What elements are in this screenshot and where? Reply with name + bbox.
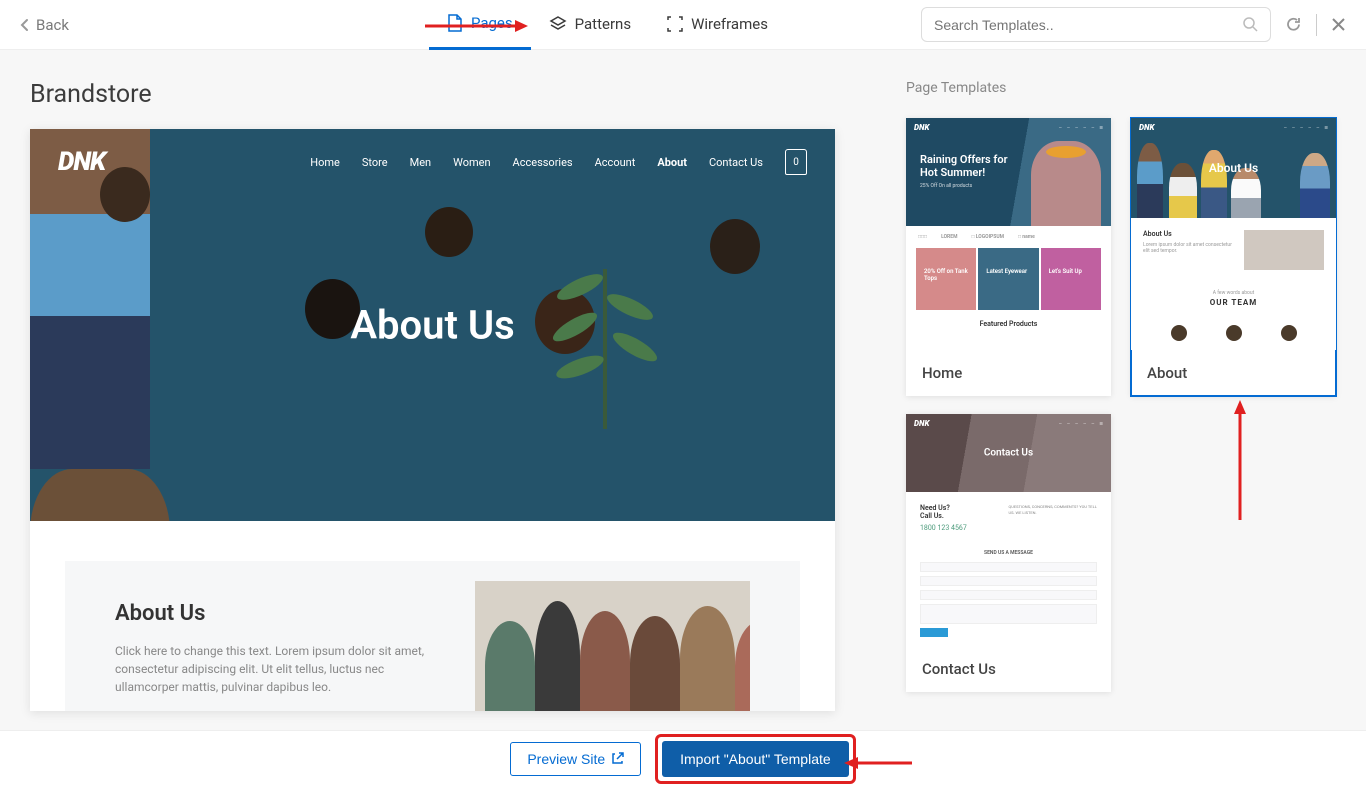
external-link-icon	[611, 752, 624, 765]
preview-nav: DNK Home Store Men Women Accessories Acc…	[30, 147, 835, 177]
template-thumb: DNK—————☰ Contact Us Need Us?Call Us. 18…	[906, 414, 1111, 646]
about-heading: About Us	[115, 601, 445, 626]
person-illustration	[30, 469, 170, 521]
left-panel: Brandstore DNK	[0, 80, 886, 730]
preview-about-section: About Us Click here to change this text.…	[65, 561, 800, 711]
preview-hero-title: About Us	[350, 302, 514, 349]
preview-hero: DNK Home Store Men Women Accessories Acc…	[30, 129, 835, 521]
template-title: Brandstore	[30, 80, 886, 109]
preview-menu: Home Store Men Women Accessories Account…	[310, 149, 807, 175]
template-thumb: DNK—————☰ About Us About UsLorem ipsum d…	[1131, 118, 1336, 350]
page-icon	[447, 14, 463, 32]
button-label: Import "About" Template	[680, 751, 831, 767]
template-card-contact[interactable]: DNK—————☰ Contact Us Need Us?Call Us. 18…	[906, 414, 1111, 692]
tab-label: Patterns	[575, 15, 631, 33]
refresh-icon[interactable]	[1285, 16, 1302, 33]
right-panel: Page Templates DNK—————☰ Raining Offers …	[886, 80, 1366, 730]
template-grid: DNK—————☰ Raining Offers forHot Summer!2…	[906, 118, 1336, 692]
frame-icon	[667, 16, 683, 32]
nav-item: Account	[595, 156, 636, 169]
tab-label: Wireframes	[691, 15, 768, 33]
content: Brandstore DNK	[0, 50, 1366, 730]
preview-logo: DNK	[58, 147, 105, 177]
nav-item: Women	[453, 156, 490, 169]
about-image	[475, 581, 750, 711]
template-card-home[interactable]: DNK—————☰ Raining Offers forHot Summer!2…	[906, 118, 1111, 396]
header-controls	[921, 7, 1346, 42]
template-card-about[interactable]: DNK—————☰ About Us About UsLorem ipsum d…	[1131, 118, 1336, 396]
nav-item: Contact Us	[709, 156, 763, 169]
cart-icon: 0	[785, 149, 807, 175]
nav-item: Home	[310, 156, 340, 169]
nav-item: Accessories	[513, 156, 573, 169]
divider	[1316, 14, 1317, 36]
plant-illustration	[555, 269, 655, 449]
tab-patterns[interactable]: Patterns	[531, 0, 649, 50]
tab-label: Pages	[471, 14, 513, 32]
about-text-block: About Us Click here to change this text.…	[115, 601, 445, 711]
nav-item: About	[657, 156, 687, 169]
preview-site-button[interactable]: Preview Site	[510, 742, 641, 776]
nav-item: Store	[362, 156, 388, 169]
template-label: Home	[906, 350, 1111, 396]
footer-bar: Preview Site Import "About" Template	[0, 730, 1366, 786]
tab-wireframes[interactable]: Wireframes	[649, 0, 786, 50]
top-bar: Back Pages Patterns Wireframes	[0, 0, 1366, 50]
import-template-button[interactable]: Import "About" Template	[662, 741, 849, 777]
tabs: Pages Patterns Wireframes	[429, 0, 786, 50]
chevron-left-icon	[20, 18, 30, 32]
template-thumb: DNK—————☰ Raining Offers forHot Summer!2…	[906, 118, 1111, 350]
template-label: Contact Us	[906, 646, 1111, 692]
layers-icon	[549, 15, 567, 33]
search-icon	[1243, 17, 1258, 32]
close-icon[interactable]	[1331, 17, 1346, 32]
template-preview: DNK Home Store Men Women Accessories Acc…	[30, 129, 835, 711]
annotation-highlight: Import "About" Template	[655, 734, 856, 784]
search-input[interactable]	[934, 17, 1243, 33]
back-label: Back	[36, 16, 69, 34]
search-field[interactable]	[921, 7, 1271, 42]
template-label: About	[1131, 350, 1336, 396]
about-paragraph: Click here to change this text. Lorem ip…	[115, 642, 445, 696]
tab-pages[interactable]: Pages	[429, 0, 531, 50]
sidebar-title: Page Templates	[906, 80, 1336, 96]
back-button[interactable]: Back	[20, 16, 69, 34]
nav-item: Men	[410, 156, 432, 169]
button-label: Preview Site	[527, 751, 605, 767]
